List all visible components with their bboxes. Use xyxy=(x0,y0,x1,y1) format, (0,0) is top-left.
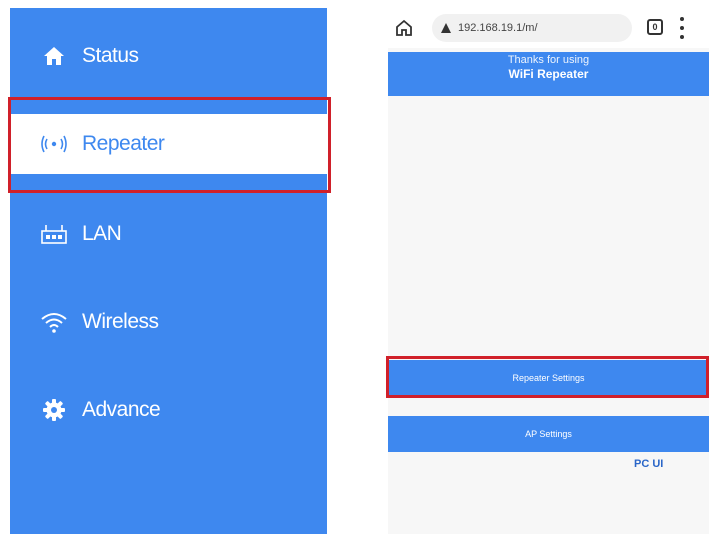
sidebar-item-label: Repeater xyxy=(82,132,165,155)
sidebar-item-wireless[interactable]: Wireless xyxy=(10,292,327,352)
sidebar-item-status[interactable]: Status xyxy=(10,26,327,86)
wifi-icon xyxy=(40,310,68,334)
gear-icon xyxy=(40,398,68,422)
sidebar-item-label: Wireless xyxy=(82,310,159,333)
mobile-browser-view: 192.168.19.1/m/ 0 Thanks for using WiFi … xyxy=(388,8,709,534)
tab-count: 0 xyxy=(652,22,658,32)
home-icon xyxy=(40,44,68,68)
address-bar[interactable]: 192.168.19.1/m/ xyxy=(432,14,632,42)
page-header: Thanks for using WiFi Repeater xyxy=(388,52,709,96)
header-thanks: Thanks for using xyxy=(507,54,590,66)
pc-ui-link[interactable]: PC UI xyxy=(634,458,663,470)
sidebar-item-lan[interactable]: LAN xyxy=(10,204,327,264)
lan-router-icon xyxy=(40,222,68,246)
browser-toolbar: 192.168.19.1/m/ 0 xyxy=(388,8,709,48)
url-text: 192.168.19.1/m/ xyxy=(458,22,538,34)
home-icon[interactable] xyxy=(394,18,414,38)
warning-icon xyxy=(440,22,452,34)
sidebar-item-advance[interactable]: Advance xyxy=(10,380,327,440)
repeater-settings-button[interactable]: Repeater Settings xyxy=(388,360,709,396)
sidebar-item-label: Status xyxy=(82,44,139,67)
tabs-button[interactable]: 0 xyxy=(647,19,663,35)
more-menu-icon[interactable] xyxy=(679,17,685,39)
sidebar-menu: Status Repeater LAN Wireless Advance xyxy=(10,8,327,534)
ap-settings-button[interactable]: AP Settings xyxy=(388,416,709,452)
sidebar-item-label: LAN xyxy=(82,222,122,245)
repeater-signal-icon xyxy=(40,132,68,156)
page-title: WiFi Repeater xyxy=(508,67,589,81)
page: Status Repeater LAN Wireless Advance 192… xyxy=(0,0,709,534)
sidebar-item-repeater[interactable]: Repeater xyxy=(10,114,327,174)
sidebar-item-label: Advance xyxy=(82,398,161,421)
